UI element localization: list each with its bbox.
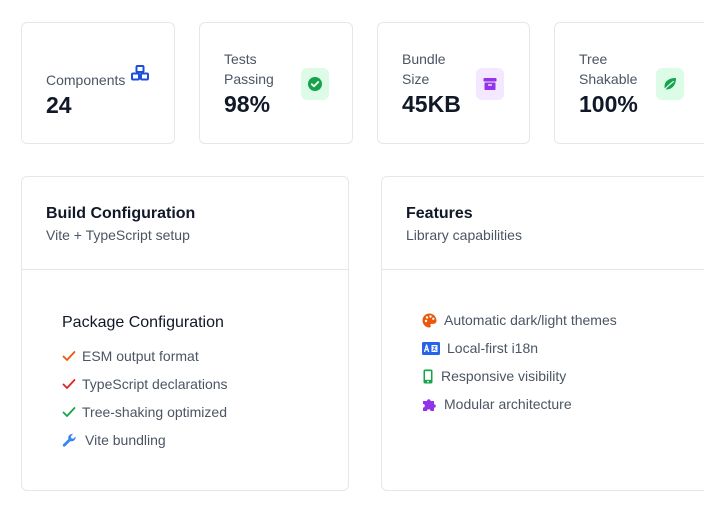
palette-icon [422, 313, 437, 328]
stat-label: Shakable [579, 71, 638, 87]
mobile-icon [423, 369, 433, 384]
stat-label: Passing [224, 71, 274, 87]
stat-label: Size [402, 71, 430, 87]
list-item: Automatic dark/light themes [422, 311, 617, 329]
panel-title: Build Configuration [46, 205, 196, 222]
stat-value: 100% [579, 91, 638, 117]
panel-subtitle: Vite + TypeScript setup [46, 227, 190, 243]
wrench-icon [62, 433, 77, 448]
stat-label: Tests [224, 51, 257, 67]
list-item: Modular architecture [422, 395, 572, 413]
stat-value: 24 [46, 92, 72, 118]
list-item: Tree-shaking optimized [62, 403, 227, 421]
list-item-label: ESM output format [82, 348, 199, 364]
list-item-label: Local-first i18n [447, 340, 539, 356]
list-item-label: Responsive visibility [441, 368, 567, 384]
stat-value: 98% [224, 91, 271, 117]
stat-label: Components [46, 72, 126, 88]
list-item: Vite bundling [62, 431, 166, 449]
leaf-icon [656, 68, 684, 100]
package-configuration-title: Package Configuration [62, 314, 224, 331]
list-item: TypeScript declarations [62, 375, 228, 393]
panel-title: Features [406, 205, 473, 222]
stat-card-tests: Tests Passing 98% [199, 22, 353, 144]
list-item-label: Vite bundling [85, 432, 166, 448]
check-icon [62, 350, 76, 362]
check-icon [62, 406, 76, 418]
language-icon [422, 341, 440, 355]
puzzle-icon [422, 397, 437, 412]
list-item: Responsive visibility [422, 367, 566, 385]
list-item-label: TypeScript declarations [82, 376, 228, 392]
archive-icon [476, 68, 504, 100]
panel-header: Build Configuration Vite + TypeScript se… [22, 177, 348, 270]
list-item: ESM output format [62, 347, 199, 365]
cubes-icon [128, 59, 152, 87]
stat-card-bundle: Bundle Size 45KB [377, 22, 530, 144]
stat-label: Bundle [402, 51, 446, 67]
stat-label: Tree [579, 51, 608, 67]
stat-card-tree-shakable: Tree Shakable 100% [554, 22, 704, 144]
features-panel: Features Library capabilities Automatic … [381, 176, 704, 491]
list-item-label: Automatic dark/light themes [444, 312, 617, 328]
list-item-label: Modular architecture [444, 396, 572, 412]
check-icon [62, 378, 76, 390]
list-item-label: Tree-shaking optimized [82, 404, 227, 420]
stat-card-components: Components 24 [21, 22, 175, 144]
list-item: Local-first i18n [422, 339, 538, 357]
stat-value: 45KB [402, 91, 461, 117]
panel-subtitle: Library capabilities [406, 227, 522, 243]
panel-header: Features Library capabilities [382, 177, 704, 270]
check-circle-icon [301, 68, 329, 100]
build-configuration-panel: Build Configuration Vite + TypeScript se… [21, 176, 349, 491]
